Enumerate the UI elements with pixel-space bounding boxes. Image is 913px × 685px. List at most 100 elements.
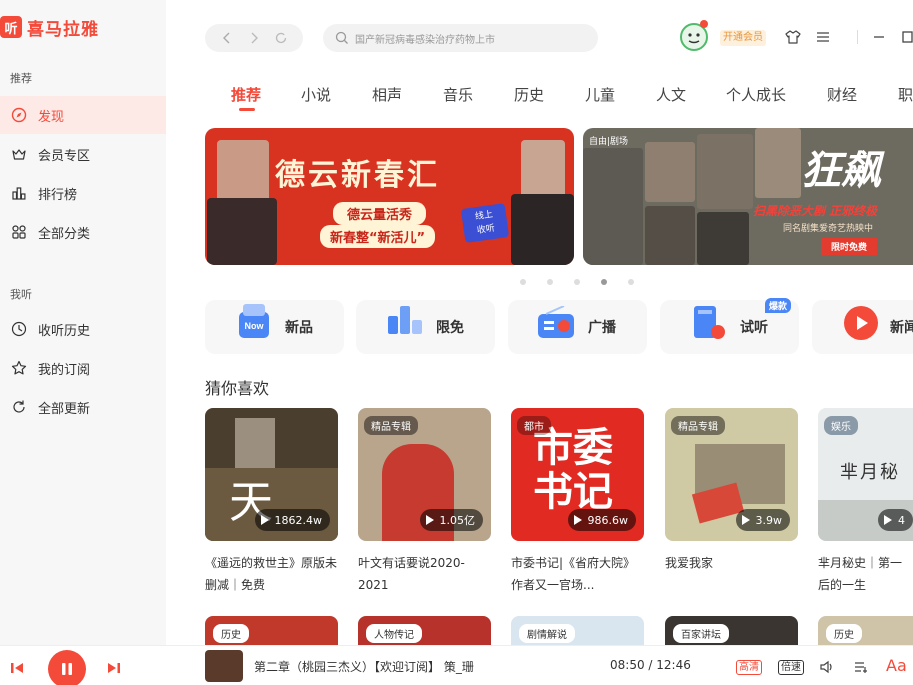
- album-title[interactable]: 《遥远的救世主》原版未删减｜免费: [205, 552, 341, 596]
- tab-finance[interactable]: 财经: [827, 84, 857, 105]
- carousel-dot[interactable]: [601, 279, 607, 285]
- playlist-icon[interactable]: [852, 658, 870, 676]
- tab-music[interactable]: 音乐: [443, 84, 473, 105]
- track-title[interactable]: 第二章（桃园三杰义）【欢迎订阅】 策_珊: [254, 658, 474, 675]
- trial-icon: [688, 302, 732, 348]
- play-icon: [741, 515, 750, 525]
- album-card[interactable]: 剧情解说: [511, 616, 644, 646]
- crown-icon: [10, 145, 28, 163]
- quick-entry-news[interactable]: 新闻: [812, 300, 913, 354]
- album-tag: 精品专辑: [671, 416, 725, 435]
- poster-image: [755, 128, 801, 198]
- quick-entry-new[interactable]: Now 新品: [205, 300, 344, 354]
- logo[interactable]: 听 喜马拉雅: [0, 12, 99, 42]
- sidebar-item-label: 全部更新: [38, 401, 91, 417]
- blurred-face: [521, 140, 565, 198]
- album-tag: 人物传记: [366, 624, 422, 643]
- banner-title: 德云新春汇: [275, 158, 440, 193]
- search-placeholder: 国产新冠病毒感染治疗药物上市: [355, 34, 495, 46]
- quick-entry-label: 试听: [740, 320, 768, 336]
- album-card[interactable]: 历史: [205, 616, 338, 646]
- album-card[interactable]: 百家讲坛: [665, 616, 798, 646]
- cover-text: 市委书记: [533, 426, 613, 515]
- figure-image: [207, 198, 277, 265]
- quick-entry-trial[interactable]: 爆款 试听: [660, 298, 799, 354]
- sidebar-item-all-categories[interactable]: 全部分类: [0, 213, 166, 251]
- vip-button[interactable]: 开通会员: [720, 30, 766, 46]
- banner-deyun[interactable]: 德云新春汇 德云量活秀 新春整“新活儿” 线上 收听: [205, 128, 574, 265]
- album-card[interactable]: 天 1862.4w: [205, 408, 338, 541]
- maximize-icon[interactable]: [898, 28, 913, 46]
- sidebar-section-my-listening: 我听: [10, 288, 32, 301]
- quality-button[interactable]: 高清: [736, 660, 762, 675]
- carousel-dot[interactable]: [520, 279, 526, 285]
- play-count: 1862.4w: [254, 509, 330, 531]
- sidebar-item-vip-zone[interactable]: 会员专区: [0, 135, 166, 173]
- sidebar-item-ranking[interactable]: 排行榜: [0, 174, 166, 212]
- album-card[interactable]: 精品专辑 1.05亿: [358, 408, 491, 541]
- carousel-dot[interactable]: [628, 279, 634, 285]
- search-input[interactable]: 国产新冠病毒感染治疗药物上市: [323, 24, 598, 52]
- back-icon[interactable]: [217, 28, 237, 48]
- carousel-dot[interactable]: [574, 279, 580, 285]
- pause-button[interactable]: [48, 650, 86, 685]
- album-title[interactable]: 我爱我家: [665, 552, 801, 574]
- minimize-icon[interactable]: [870, 28, 888, 46]
- poster-image: [583, 148, 643, 265]
- tab-children[interactable]: 儿童: [585, 84, 615, 105]
- tab-humanities[interactable]: 人文: [656, 84, 686, 105]
- figure-image: [511, 194, 574, 265]
- album-title[interactable]: 叶文有话要说2020-2021: [358, 552, 494, 596]
- tab-career[interactable]: 职: [898, 84, 913, 105]
- banner-subtitle: 新春整“新活儿”: [320, 225, 436, 248]
- clock-icon: [10, 320, 28, 338]
- album-title[interactable]: 芈月秘史｜第一后的一生: [818, 552, 913, 596]
- track-time: 08:50 / 12:46: [610, 658, 691, 672]
- previous-icon[interactable]: [10, 660, 24, 679]
- tab-crosstalk[interactable]: 相声: [372, 84, 402, 105]
- volume-icon[interactable]: [818, 658, 836, 676]
- reload-icon[interactable]: [271, 28, 291, 48]
- shirt-icon[interactable]: [784, 28, 802, 46]
- play-icon: [260, 515, 269, 525]
- album-card[interactable]: 芈月秘 娱乐 4: [818, 408, 913, 541]
- tab-novel[interactable]: 小说: [301, 84, 331, 105]
- album-tag: 精品专辑: [364, 416, 418, 435]
- quick-entry-radio[interactable]: 广播: [508, 300, 647, 354]
- menu-icon[interactable]: [814, 28, 832, 46]
- nav-buttons: [205, 24, 303, 52]
- section-title: 猜你喜欢: [205, 379, 270, 398]
- radio-icon: [536, 305, 578, 346]
- next-icon[interactable]: [107, 660, 121, 679]
- album-card[interactable]: 历史: [818, 616, 913, 646]
- banner-subtitle: 扫黑除恶大剧 正邪终极: [753, 204, 878, 218]
- poster-image: [645, 142, 695, 202]
- play-icon: [884, 515, 892, 525]
- album-card[interactable]: 人物传记: [358, 616, 491, 646]
- tab-personal-growth[interactable]: 个人成长: [726, 84, 786, 105]
- album-tag: 百家讲坛: [673, 624, 729, 643]
- album-tag: 历史: [826, 624, 862, 643]
- tab-history[interactable]: 历史: [514, 84, 544, 105]
- album-card[interactable]: 市委书记 都市 986.6w: [511, 408, 644, 541]
- sidebar-item-subscriptions[interactable]: 我的订阅: [0, 349, 166, 387]
- album-title[interactable]: 市委书记|《省府大院》作者又一官场...: [511, 552, 647, 596]
- poster-image: [697, 134, 753, 209]
- divider: [857, 30, 858, 44]
- album-card[interactable]: 精品专辑 3.9w: [665, 408, 798, 541]
- svg-text:Now: Now: [245, 321, 265, 331]
- sidebar-item-history[interactable]: 收听历史: [0, 310, 166, 348]
- carousel-dot[interactable]: [547, 279, 553, 285]
- speed-button[interactable]: 倍速: [778, 660, 804, 675]
- tab-recommend[interactable]: 推荐: [231, 84, 261, 105]
- track-thumbnail[interactable]: [205, 650, 243, 682]
- sidebar-item-all-updates[interactable]: 全部更新: [0, 388, 166, 426]
- font-size-button[interactable]: Aa: [886, 656, 907, 675]
- quick-entry-free[interactable]: 限免: [356, 300, 495, 354]
- banner-subtitle: 德云量活秀: [333, 202, 427, 225]
- forward-icon[interactable]: [244, 28, 264, 48]
- tab-active-indicator: [239, 108, 255, 111]
- sidebar-item-label: 发现: [38, 109, 65, 125]
- sidebar-item-discover[interactable]: 发现: [0, 96, 166, 134]
- banner-kuangbiao[interactable]: 自由|剧场 狂飙 扫黑除恶大剧 正邪终极 同名剧集爱奇艺热映中 限时免费: [583, 128, 913, 265]
